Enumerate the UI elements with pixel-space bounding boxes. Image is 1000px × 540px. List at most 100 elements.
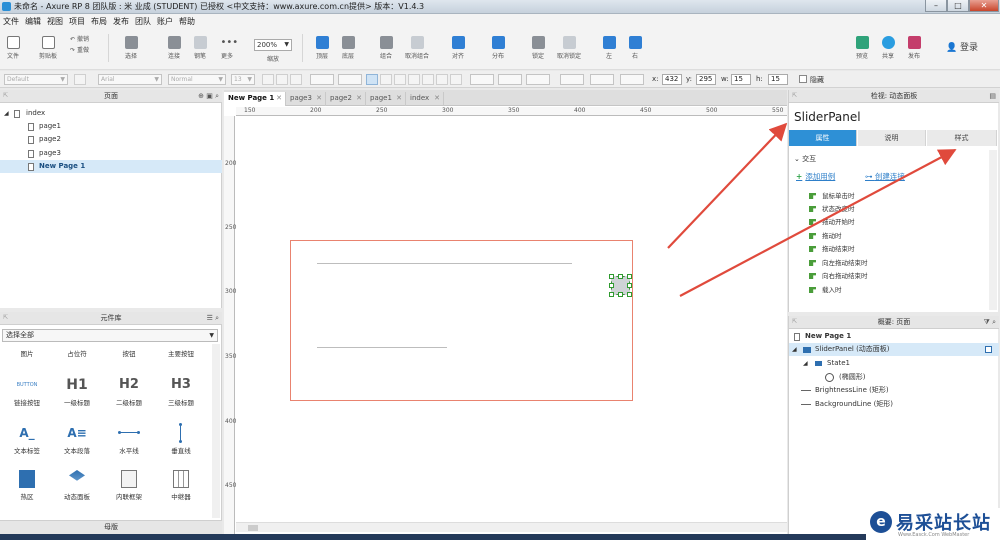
widget-link-button[interactable]: BUTTON 链接按钮 [2,376,52,407]
align-right-button[interactable]: 右 [626,36,644,60]
widget-button[interactable]: 按钮 [104,348,154,358]
style-manager-button[interactable] [74,74,86,85]
hidden-checkbox[interactable] [799,75,807,83]
maximize-button[interactable]: □ [947,0,969,12]
italic-button[interactable] [276,74,288,85]
bold-button[interactable] [262,74,274,85]
search-icon[interactable]: ⌕ [992,318,996,326]
widget-primary-button[interactable]: 主要按钮 [156,348,206,358]
align-text-right-button[interactable] [394,74,406,85]
event-onclick[interactable]: 鼠标单击时 [809,190,855,203]
canvas-area[interactable]: New Page 1 ✕ page3 ✕ page2 ✕ page1 ✕ index ✕ … [224,90,787,534]
arrow-style-select[interactable] [560,74,584,85]
expand-triangle-icon[interactable]: ◢ [803,357,808,370]
login-button[interactable]: 👤 登录 [944,40,980,53]
redo-button[interactable]: ↷ 重做 [70,45,98,54]
menu-file[interactable]: 文件 [3,16,19,27]
resize-handle[interactable] [627,292,632,297]
justify-text-button[interactable] [408,74,420,85]
underline-button[interactable] [290,74,302,85]
padding-select[interactable] [620,74,644,85]
y-input[interactable]: 295 [696,74,716,85]
close-icon[interactable]: ✕ [356,92,362,105]
undo-button[interactable]: ↶ 撤销 [70,34,98,43]
slider-ellipse[interactable] [609,274,632,297]
page-item-index[interactable]: ◢ index [0,107,222,120]
widget-heading-2[interactable]: H2 二级标题 [104,376,154,407]
widget-paragraph[interactable]: A≡ 文本段落 [52,424,102,455]
inspector-scrollbar[interactable] [989,150,997,310]
outline-item-state1[interactable]: ◢ State1 [789,357,999,370]
add-case-link[interactable]: + 添加用例 [796,171,835,182]
file-button[interactable]: 文件 [4,36,22,60]
resize-handle[interactable] [618,274,623,279]
outline-item-ellipse[interactable]: (椭圆形) [789,371,999,384]
lock-button[interactable]: 锁定 [528,36,548,60]
line-color-select[interactable] [470,74,494,85]
fill-color-select[interactable] [338,74,362,85]
clipboard-button[interactable]: 剪贴板 [36,36,60,60]
widget-placeholder[interactable]: 占位符 [52,348,102,358]
event-onload[interactable]: 载入时 [809,284,842,297]
bring-to-top-button[interactable]: 顶层 [312,36,332,60]
outline-item-brightness-line[interactable]: BrightnessLine (矩形) [789,384,999,397]
event-ondrag[interactable]: 拖动时 [809,230,842,243]
line-width-select[interactable] [498,74,522,85]
minimize-button[interactable]: – [925,0,947,12]
scroll-thumb[interactable] [248,525,258,531]
tab-index[interactable]: index ✕ [406,92,444,106]
font-family-select[interactable]: Arial ▼ [98,74,162,85]
tab-page1[interactable]: page1 ✕ [366,92,406,106]
event-onswiperight[interactable]: 向右拖动结束时 [809,270,868,283]
x-input[interactable]: 432 [662,74,682,85]
zoom-select[interactable]: 200% ▼ [254,39,292,51]
font-size-select[interactable]: 13 ▼ [231,74,255,85]
tab-new-page-1[interactable]: New Page 1 ✕ [224,92,286,106]
tab-properties[interactable]: 属性 [789,130,857,146]
menu-publish[interactable]: 发布 [113,16,129,27]
outline-page-row[interactable]: New Page 1 [789,330,999,343]
slider-panel[interactable] [290,240,633,401]
tab-page2[interactable]: page2 ✕ [326,92,366,106]
event-onswipeleft[interactable]: 向左拖动结束时 [809,257,868,270]
event-onpanelstatechange[interactable]: 状态改变时 [809,203,855,216]
resize-handle[interactable] [627,274,632,279]
width-input[interactable]: 15 [731,74,751,85]
menu-team[interactable]: 团队 [135,16,151,27]
tab-page3[interactable]: page3 ✕ [286,92,326,106]
line-style-select[interactable] [526,74,550,85]
widget-vertical-line[interactable]: 垂直线 [156,423,206,455]
search-icon[interactable]: ⌕ [215,92,219,100]
library-select[interactable]: 选择全部 ▼ [2,329,218,342]
style-select[interactable]: Default ▼ [4,74,68,85]
menu-project[interactable]: 项目 [69,16,85,27]
filter-icon[interactable]: ⧩ [984,318,992,326]
ungroup-button[interactable]: 取消组合 [400,36,434,60]
widget-dynamic-panel[interactable]: 动态面板 [52,470,102,501]
share-button[interactable]: 共享 [878,36,898,60]
expand-triangle-icon[interactable]: ◢ [4,107,9,120]
event-ondragdrop[interactable]: 拖动结束时 [809,243,855,256]
tab-notes[interactable]: 说明 [858,130,926,146]
masters-panel-header[interactable]: 母版 [0,520,222,534]
background-line[interactable] [317,347,447,348]
event-ondragstart[interactable]: 拖动开始时 [809,216,855,229]
outline-item-slider-panel[interactable]: ◢ SliderPanel (动态面板) [789,343,999,356]
resize-handle[interactable] [618,292,623,297]
page-item-page3[interactable]: page3 [0,147,222,160]
widget-inline-frame[interactable]: 内联框架 [104,470,154,501]
widget-name-field[interactable]: SliderPanel [794,110,861,124]
more-button[interactable]: ••• 更多 [216,36,239,60]
page-item-page1[interactable]: page1 [0,120,222,133]
preview-button[interactable]: 预览 [852,36,872,60]
close-icon[interactable]: ✕ [434,92,440,105]
distribute-button[interactable]: 分布 [486,36,510,60]
align-bottom-button[interactable] [450,74,462,85]
menu-help[interactable]: 帮助 [179,16,195,27]
menu-icon[interactable]: ☰ [207,314,216,322]
font-weight-select[interactable]: Normal ▼ [168,74,226,85]
align-middle-button[interactable] [436,74,448,85]
library-scrollbar[interactable] [212,344,220,518]
pen-button[interactable]: 钢笔 [190,36,210,60]
outline-item-background-line[interactable]: BackgroundLine (矩形) [789,398,999,411]
